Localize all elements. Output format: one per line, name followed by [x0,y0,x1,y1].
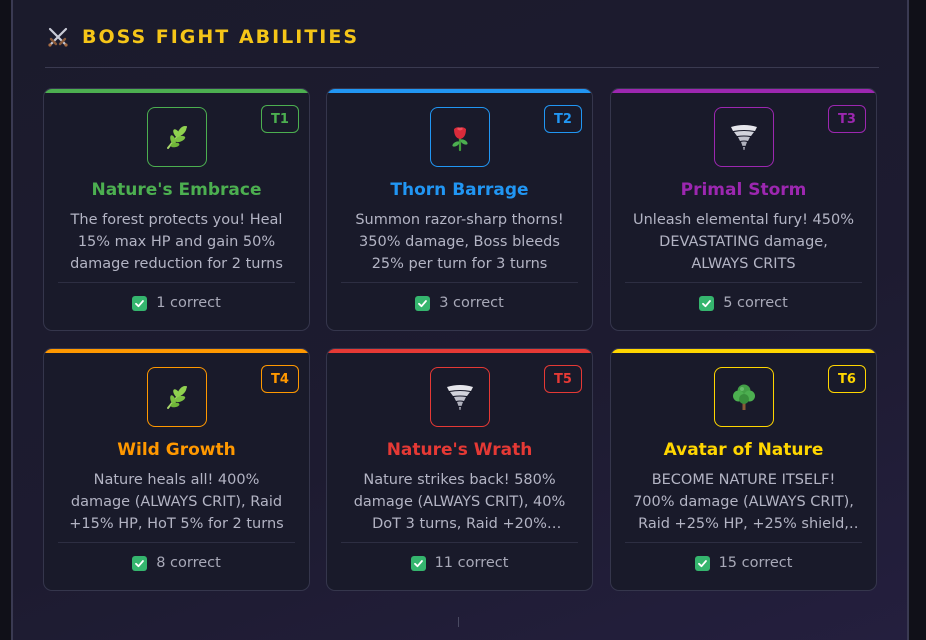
rose-icon [445,122,475,152]
ability-name: Thorn Barrage [390,180,529,200]
requirement-text: 8 correct [156,555,221,571]
requirement-text: 3 correct [439,295,504,311]
requirement: 8 correct [44,555,309,571]
ability-name: Nature's Embrace [91,180,262,200]
requirement-text: 5 correct [723,295,788,311]
tier-badge: T4 [261,365,299,393]
ability-description: Summon razor-sharp thorns! 350% damage, … [355,212,564,272]
ability-icon-box [714,107,774,167]
tier-badge: T3 [828,105,866,133]
panel-bottom-divider [458,617,459,627]
checkmark-icon [132,295,148,311]
card-separator [58,542,295,543]
ability-name: Wild Growth [117,440,236,460]
ability-description: The forest protects you! Heal 15% max HP… [70,212,283,272]
tier-accent-bar [44,89,309,93]
ability-name: Avatar of Nature [663,440,824,460]
page-title: BOSS FIGHT ABILITIES [82,26,360,48]
card-separator [341,542,578,543]
requirement-text: 1 correct [156,295,221,311]
checkmark-icon [410,555,426,571]
tier-badge: T2 [544,105,582,133]
card-separator [58,282,295,283]
ability-description: Unleash elemental fury! 450% DEVASTATING… [632,212,855,272]
tier-accent-bar [44,349,309,353]
ability-card-t5[interactable]: T5 Nature's Wrath Nature strikes back! 5… [326,348,593,591]
tier-accent-bar [327,89,592,93]
tornado-icon [728,121,760,153]
ability-card-t4[interactable]: T4 Wild Growth Nature heals all! 400% da… [43,348,310,591]
tree-icon [729,382,759,412]
ability-card-t1[interactable]: T1 Nature's Embrace The forest protects … [43,88,310,331]
requirement: 1 correct [44,295,309,311]
herb-icon [162,122,192,152]
card-separator [625,282,862,283]
checkmark-icon [415,295,431,311]
ability-card-t2[interactable]: T2 Thorn Barrage Summon razor-sharp thor… [326,88,593,331]
card-separator [625,542,862,543]
panel-header: BOSS FIGHT ABILITIES [46,22,359,52]
crossed-swords-icon [46,25,70,49]
ability-icon-box [430,367,490,427]
requirement: 3 correct [327,295,592,311]
tier-accent-bar [611,89,876,93]
tier-badge: T5 [544,365,582,393]
requirement-text: 15 correct [718,555,793,571]
ability-description: BECOME NATURE ITSELF! 700% damage (ALWAY… [633,472,854,532]
requirement: 11 correct [327,555,592,571]
ability-icon-box [147,107,207,167]
requirement: 15 correct [611,555,876,571]
checkmark-icon [694,555,710,571]
ability-description: Nature strikes back! 580% damage (ALWAYS… [353,472,566,532]
herb-icon [162,382,192,412]
tier-accent-bar [327,349,592,353]
ability-icon-box [714,367,774,427]
tier-accent-bar [611,349,876,353]
ability-card-t6[interactable]: T6 Avatar of Nature BECOME NATURE ITSELF… [610,348,877,591]
checkmark-icon [132,555,148,571]
requirement: 5 correct [611,295,876,311]
checkmark-icon [699,295,715,311]
ability-card-t3[interactable]: T3 Primal Storm Unleash elemental fury! … [610,88,877,331]
ability-description: Nature heals all! 400% damage (ALWAYS CR… [69,472,284,532]
header-divider [45,67,879,68]
tier-badge: T6 [828,365,866,393]
tornado-icon [444,381,476,413]
ability-name: Primal Storm [680,180,807,200]
ability-icon-box [147,367,207,427]
ability-name: Nature's Wrath [386,440,533,460]
tier-badge: T1 [261,105,299,133]
card-separator [341,282,578,283]
ability-icon-box [430,107,490,167]
requirement-text: 11 correct [434,555,509,571]
